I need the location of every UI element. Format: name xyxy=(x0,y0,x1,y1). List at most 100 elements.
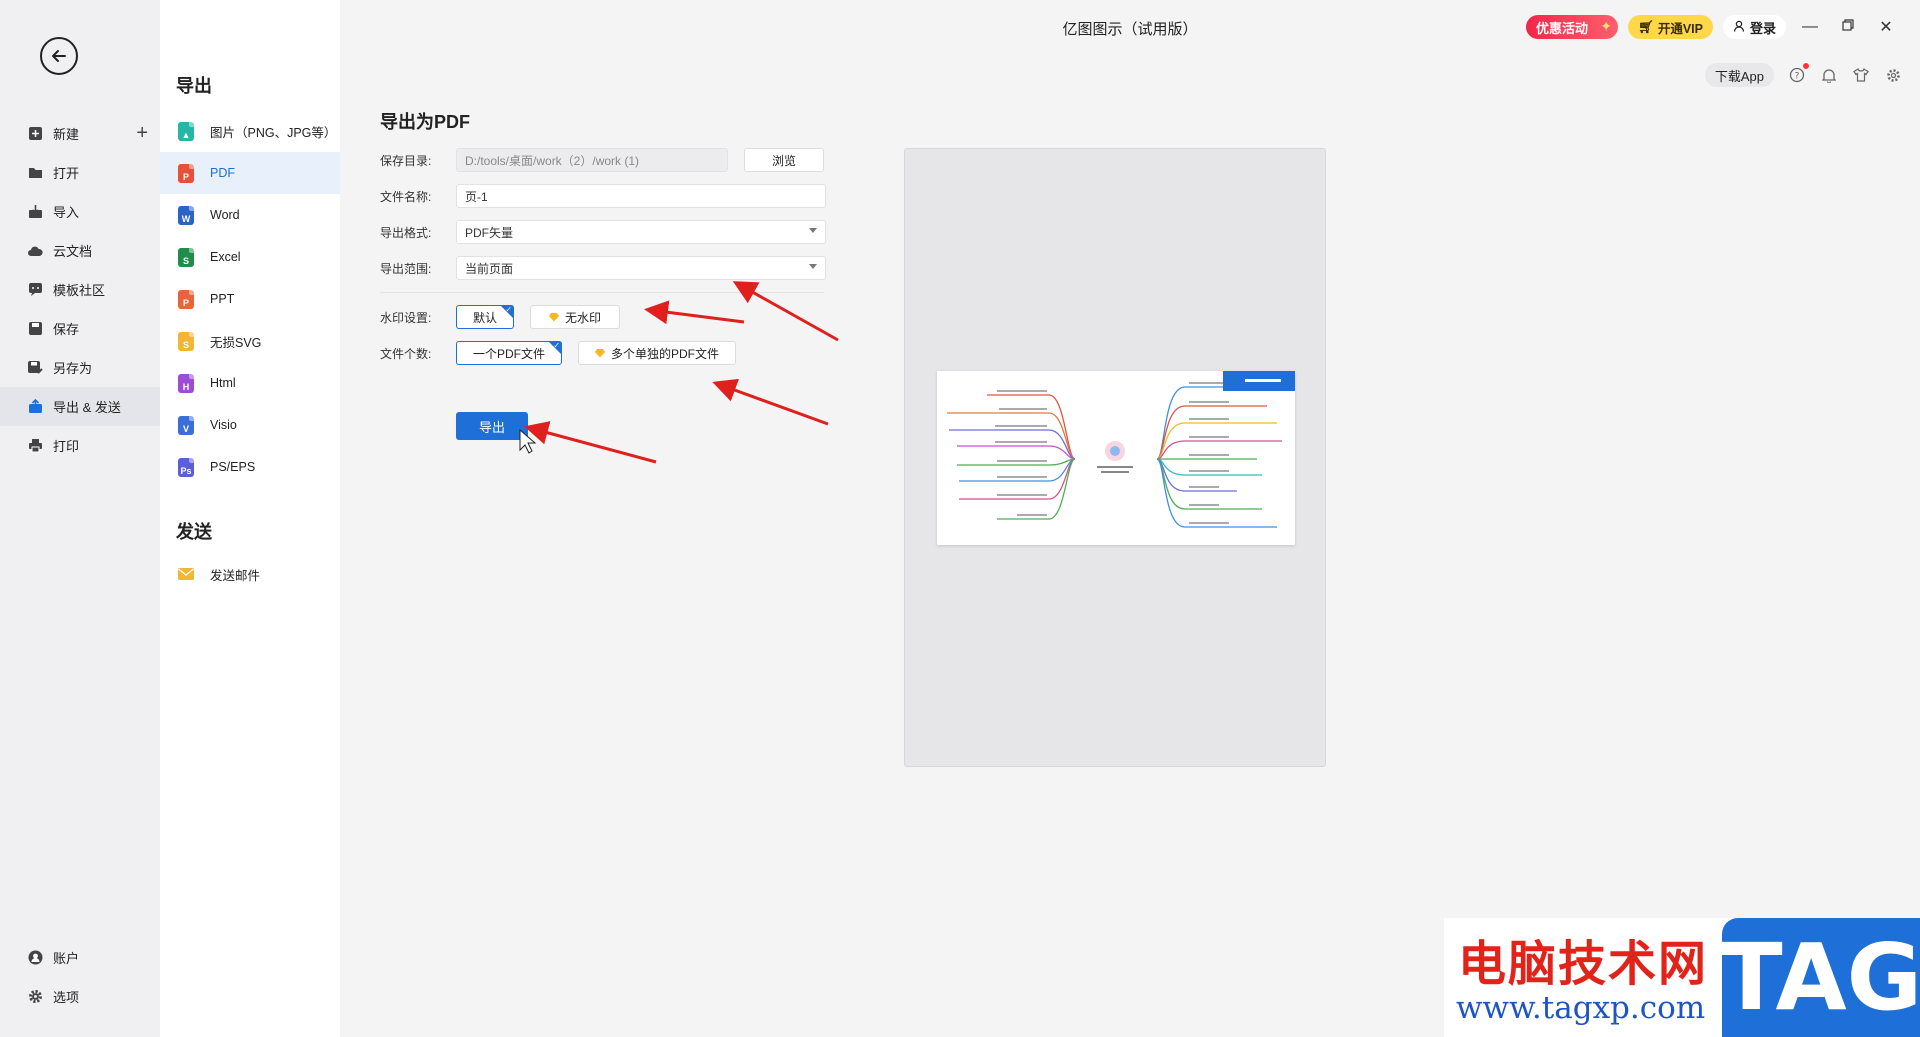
download-app-button[interactable]: 下载App xyxy=(1704,63,1774,87)
promo-label: 优惠活动 xyxy=(1535,20,1588,36)
range-select-value: 当前页面 xyxy=(465,261,514,276)
format-item-ppt[interactable]: P PPT xyxy=(160,278,340,320)
format-label: Excel xyxy=(210,250,241,264)
format-select[interactable]: PDF矢量 xyxy=(456,220,826,244)
nav-item-account[interactable]: 账户 xyxy=(0,938,160,977)
nav-item-print[interactable]: 打印 xyxy=(0,426,160,465)
format-label: 图片（PNG、JPG等） xyxy=(210,125,337,140)
minimize-button[interactable]: — xyxy=(1796,15,1824,39)
nav-item-label: 导出 & 发送 xyxy=(53,400,121,415)
nav-item-save-as[interactable]: 另存为 xyxy=(0,348,160,387)
format-item-word[interactable]: W Word xyxy=(160,194,340,236)
format-label: PS/EPS xyxy=(210,460,256,474)
visio-file-icon: V xyxy=(178,415,194,435)
promo-button[interactable]: 优惠活动 ✦ xyxy=(1525,15,1618,39)
format-item-ps-eps[interactable]: Ps PS/EPS xyxy=(160,446,340,488)
format-item-image[interactable]: ▲ 图片（PNG、JPG等） xyxy=(160,110,340,152)
arrow-filecount xyxy=(712,378,829,426)
chevron-down-icon xyxy=(809,228,817,233)
check-icon: ✓ xyxy=(553,341,561,350)
nav-item-label: 另存为 xyxy=(53,361,93,376)
svg-text:?: ? xyxy=(1795,72,1800,82)
nav-item-templates[interactable]: 模板社区 xyxy=(0,270,160,309)
nav-item-label: 云文档 xyxy=(53,244,93,259)
format-select-value: PDF矢量 xyxy=(465,225,514,240)
bell-icon[interactable] xyxy=(1820,66,1838,84)
close-button[interactable]: ✕ xyxy=(1872,15,1900,39)
watermark-none-option[interactable]: 无水印 xyxy=(530,305,621,329)
minimize-icon: — xyxy=(1802,18,1818,35)
multiple-pdf-option[interactable]: 多个单独的PDF文件 xyxy=(578,341,737,365)
excel-file-icon: S xyxy=(178,247,194,267)
nav-item-label: 保存 xyxy=(53,322,80,337)
eps-file-icon: Ps xyxy=(178,457,194,477)
format-label: Word xyxy=(210,208,240,222)
range-label: 导出范围: xyxy=(380,261,432,276)
left-navigation: 新建 + 打开 导入 云文档 模板社区 保存 另存为 导出 & 发送 打印 账户… xyxy=(0,0,160,1037)
mail-icon xyxy=(178,568,194,580)
folder-icon xyxy=(27,165,43,181)
preview-pane xyxy=(904,148,1326,767)
title-bar-actions: 优惠活动 ✦ 🛒︎ 开通VIP 登录 — ✕ xyxy=(1525,15,1900,39)
restore-icon xyxy=(1842,18,1854,36)
printer-icon xyxy=(27,438,43,454)
watermark-row: 水印设置: 默认 ✓ 无水印 xyxy=(380,305,636,329)
mindmap-preview-image xyxy=(937,371,1295,545)
close-icon: ✕ xyxy=(1879,19,1893,36)
format-item-excel[interactable]: S Excel xyxy=(160,236,340,278)
vip-button[interactable]: 🛒︎ 开通VIP xyxy=(1627,15,1713,39)
divider xyxy=(380,292,824,293)
save-dir-field: D:/tools/桌面/work（2）/work (1) xyxy=(456,148,728,172)
plus-icon[interactable]: + xyxy=(136,123,148,143)
format-item-svg[interactable]: S 无损SVG xyxy=(160,320,340,362)
format-item-pdf[interactable]: P PDF xyxy=(160,152,340,194)
nav-item-import[interactable]: 导入 xyxy=(0,192,160,231)
nav-item-label: 导入 xyxy=(53,205,80,220)
send-heading: 发送 xyxy=(176,522,212,542)
nav-item-label: 打印 xyxy=(53,439,80,454)
arrow-watermark xyxy=(644,300,745,325)
format-item-html[interactable]: H Html xyxy=(160,362,340,404)
nav-item-new[interactable]: 新建 + xyxy=(0,114,160,153)
cart-icon: 🛒︎ xyxy=(1637,19,1654,34)
nav-item-options[interactable]: 选项 xyxy=(0,977,160,1016)
word-file-icon: W xyxy=(178,205,194,225)
vip-label: 开通VIP xyxy=(1657,21,1703,36)
export-icon xyxy=(27,399,43,415)
format-item-visio[interactable]: V Visio xyxy=(160,404,340,446)
login-button[interactable]: 登录 xyxy=(1722,15,1786,39)
ppt-file-icon: P xyxy=(178,289,194,309)
nav-item-open[interactable]: 打开 xyxy=(0,153,160,192)
save-dir-row: 保存目录: D:/tools/桌面/work（2）/work (1) 浏览 xyxy=(380,148,824,172)
format-row: 导出格式: PDF矢量 xyxy=(380,220,826,244)
diamond-icon xyxy=(595,349,606,358)
option-label: 默认 xyxy=(473,310,498,325)
range-row: 导出范围: 当前页面 xyxy=(380,256,826,280)
help-icon[interactable]: ? xyxy=(1788,63,1809,84)
nav-item-export-send[interactable]: 导出 & 发送 xyxy=(0,387,160,426)
send-label: 发送邮件 xyxy=(210,568,261,583)
settings-icon[interactable] xyxy=(1884,66,1902,84)
new-file-icon xyxy=(27,126,43,142)
range-select[interactable]: 当前页面 xyxy=(456,256,826,280)
watermark-label: 水印设置: xyxy=(380,310,432,325)
filename-input[interactable]: 页-1 xyxy=(456,184,826,208)
shirt-icon[interactable] xyxy=(1852,66,1870,84)
single-pdf-option[interactable]: 一个PDF文件 ✓ xyxy=(456,341,563,365)
filename-label: 文件名称: xyxy=(380,189,432,204)
watermark-default-option[interactable]: 默认 ✓ xyxy=(456,305,515,329)
nav-item-cloud[interactable]: 云文档 xyxy=(0,231,160,270)
back-button[interactable] xyxy=(40,37,78,75)
format-label: Visio xyxy=(210,418,237,432)
export-button[interactable]: 导出 xyxy=(456,412,528,440)
nav-item-save[interactable]: 保存 xyxy=(0,309,160,348)
svg-file-icon: S xyxy=(178,331,194,351)
nav-item-label: 账户 xyxy=(53,951,80,966)
send-item-email[interactable]: 发送邮件 xyxy=(160,553,340,595)
check-icon: ✓ xyxy=(505,305,513,314)
pdf-file-icon: P xyxy=(178,163,194,183)
restore-button[interactable] xyxy=(1834,15,1862,39)
secondary-toolbar: 下载App ? xyxy=(1704,63,1902,87)
browse-button[interactable]: 浏览 xyxy=(744,148,824,172)
option-label: 无水印 xyxy=(565,310,602,325)
